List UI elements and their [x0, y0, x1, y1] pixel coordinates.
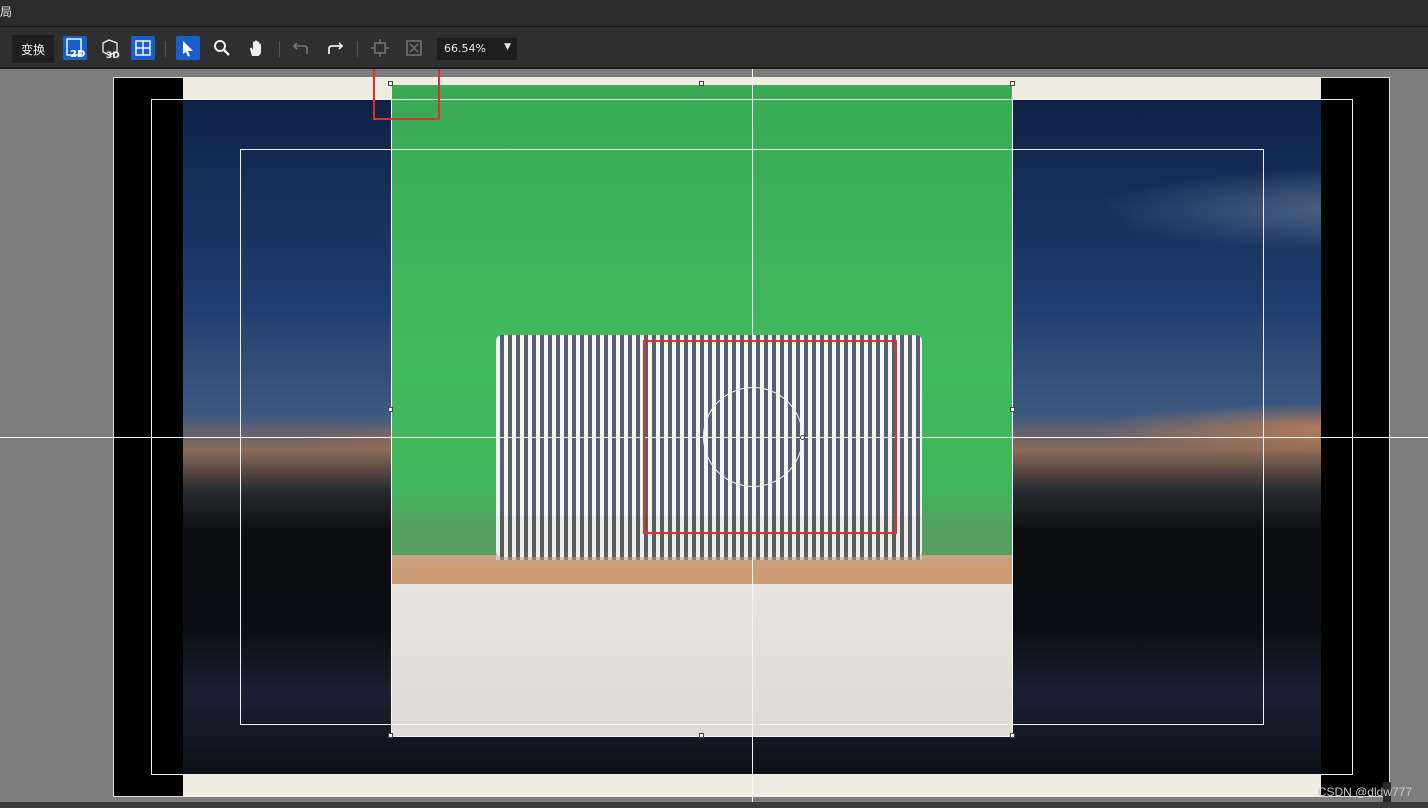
grid-view-button[interactable] [131, 36, 155, 60]
pan-tool-button[interactable] [244, 36, 268, 60]
crop-button[interactable] [368, 36, 392, 60]
preview-canvas[interactable] [0, 69, 1428, 804]
resize-handle-top-right[interactable] [1010, 81, 1015, 86]
crop-icon [371, 39, 389, 57]
zoom-magnifier-icon [214, 40, 230, 56]
svg-text:3D: 3D [106, 51, 120, 59]
resize-handle-top[interactable] [699, 81, 704, 86]
resize-handle-right[interactable] [1010, 407, 1015, 412]
resize-handle-bottom-right[interactable] [1010, 733, 1015, 738]
undo-button[interactable] [289, 36, 313, 60]
resize-handle-bottom[interactable] [699, 733, 704, 738]
toolbar-divider [357, 41, 358, 57]
undo-icon [292, 42, 308, 54]
hand-pan-icon [250, 40, 261, 56]
annotation-highlight-object [643, 340, 897, 534]
view-3d-icon: 3D [102, 39, 120, 59]
view-3d-button[interactable]: 3D [98, 36, 122, 60]
toolbar-divider [165, 41, 166, 57]
fit-frame-icon [406, 40, 422, 56]
toolbar: 变换 2D 3D 66.54% ▼ [0, 27, 1428, 69]
zoom-level-value: 66.54% [444, 42, 486, 55]
zoom-level-select[interactable]: 66.54% ▼ [437, 38, 517, 60]
redo-icon [328, 42, 344, 54]
resize-handle-left[interactable] [388, 407, 393, 412]
bottom-bar [0, 802, 1428, 808]
annotation-highlight-corner [373, 69, 440, 120]
resize-handle-bottom-left[interactable] [388, 733, 393, 738]
toolbar-divider [279, 41, 280, 57]
view-2d-icon: 2D [66, 38, 85, 59]
title-bar: 局 [0, 0, 1428, 27]
select-tool-button[interactable] [176, 36, 200, 60]
fit-frame-button[interactable] [402, 36, 426, 60]
watermark-text: CSDN @dldw777 [1317, 785, 1412, 799]
tab-transform[interactable]: 变换 [12, 35, 54, 63]
zoom-tool-button[interactable] [210, 36, 234, 60]
svg-text:2D: 2D [70, 49, 85, 59]
redo-button[interactable] [323, 36, 347, 60]
grid-view-icon [135, 40, 151, 56]
view-2d-button[interactable]: 2D [63, 36, 87, 60]
window-title-fragment: 局 [0, 5, 13, 19]
select-arrow-icon [183, 41, 193, 57]
chevron-down-icon: ▼ [504, 42, 511, 52]
